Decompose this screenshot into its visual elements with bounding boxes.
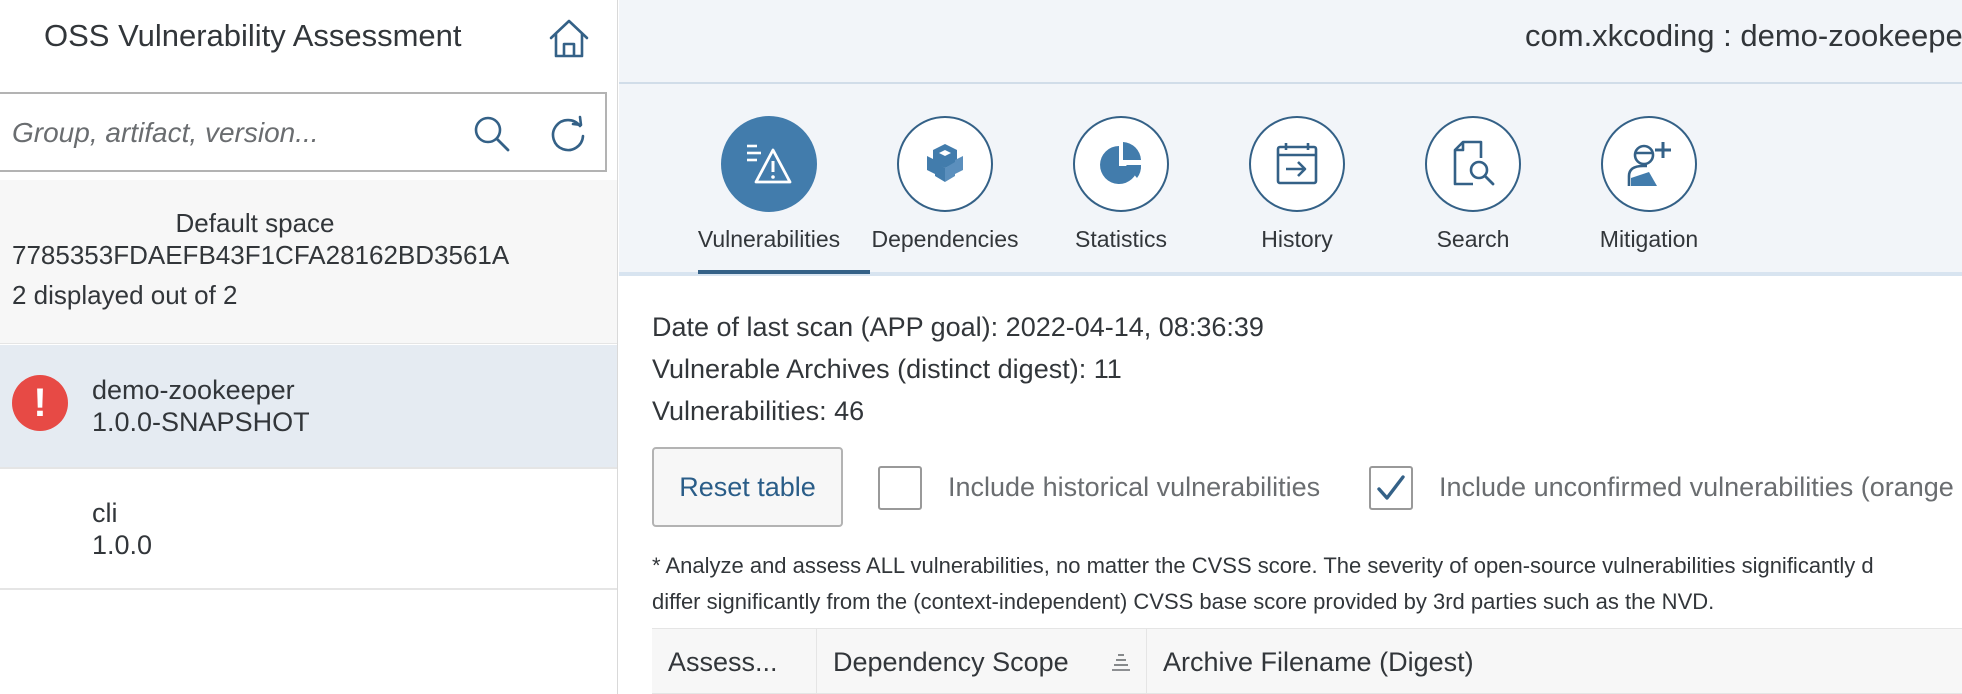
tab-mitigation[interactable]: Mitigation xyxy=(1564,84,1734,276)
tab-label: Mitigation xyxy=(1599,226,1699,252)
detail-header: com.xkcoding : demo-zookeeper xyxy=(619,0,1962,84)
tab-icon-circle xyxy=(897,116,993,212)
history-icon xyxy=(1276,143,1318,185)
search-icon xyxy=(474,116,510,152)
column-header-archive-filename[interactable]: Archive Filename (Digest) xyxy=(1147,629,1962,694)
last-scan-date: Date of last scan (APP goal): 2022-04-14… xyxy=(652,312,1264,342)
home-button[interactable] xyxy=(540,10,598,66)
tab-dependencies[interactable]: Dependencies xyxy=(860,84,1030,276)
tab-statistics[interactable]: Statistics xyxy=(1036,84,1206,276)
column-header-dependency-scope[interactable]: Dependency Scope xyxy=(817,629,1147,694)
tab-vulnerabilities[interactable]: Vulnerabilities xyxy=(684,84,870,276)
tab-history[interactable]: History xyxy=(1212,84,1382,276)
reset-table-button[interactable]: Reset table xyxy=(652,447,843,527)
include-unconfirmed-checkbox[interactable] xyxy=(1369,466,1413,510)
list-item-demo-zookeeper[interactable]: ! demo-zookeeper 1.0.0-SNAPSHOT xyxy=(0,345,617,469)
home-icon xyxy=(549,19,589,58)
tab-icon-circle xyxy=(1249,116,1345,212)
master-pane: OSS Vulnerability Assessment Default spa… xyxy=(0,0,618,694)
search-button[interactable] xyxy=(470,112,514,156)
detail-pane: com.xkcoding : demo-zookeeper Vulnerabil… xyxy=(619,0,1962,694)
master-header: OSS Vulnerability Assessment xyxy=(0,0,617,72)
space-id: 7785353FDAEFB43F1CFA28162BD3561A xyxy=(12,240,510,270)
cvss-note-line-1: * Analyze and assess ALL vulnerabilities… xyxy=(652,553,1874,578)
include-unconfirmed-label[interactable]: Include unconfirmed vulnerabilities (ora… xyxy=(1439,472,1954,503)
include-historical-checkbox[interactable] xyxy=(878,466,922,510)
tab-icon-circle xyxy=(1073,116,1169,212)
column-header-label: Dependency Scope xyxy=(833,646,1069,677)
list-item-cli[interactable]: cli 1.0.0 xyxy=(0,468,617,590)
error-status-icon: ! xyxy=(12,375,68,431)
tab-label: History xyxy=(1261,226,1333,252)
tab-icon-circle xyxy=(1425,116,1521,212)
vulnerabilities-count: Vulnerabilities: 46 xyxy=(652,396,865,426)
space-name: Default space xyxy=(175,208,335,238)
tab-search[interactable]: Search xyxy=(1388,84,1558,276)
search-input[interactable] xyxy=(12,112,442,154)
dependencies-icon xyxy=(927,144,963,182)
tab-label: Statistics xyxy=(1074,226,1168,252)
tab-label: Search xyxy=(1436,226,1510,252)
search-document-icon xyxy=(1453,140,1495,186)
tab-label: Vulnerabilities xyxy=(697,226,841,252)
vulnerabilities-table-header: Assess... Dependency Scope Archive Filen… xyxy=(652,628,1962,694)
column-header-assessment[interactable]: Assess... xyxy=(652,629,817,694)
search-bar xyxy=(0,92,607,172)
tab-icon-circle xyxy=(721,116,817,212)
item-name: demo-zookeeper xyxy=(92,375,295,405)
checkmark-icon xyxy=(1377,475,1405,500)
space-info: Default space 7785353FDAEFB43F1CFA28162B… xyxy=(0,180,617,344)
item-version: 1.0.0 xyxy=(92,530,153,560)
detail-title: com.xkcoding : demo-zookeeper xyxy=(1525,18,1962,53)
sort-icon xyxy=(1112,654,1130,671)
mitigation-icon xyxy=(1627,142,1671,186)
space-count: 2 displayed out of 2 xyxy=(12,280,238,310)
cvss-note: * Analyze and assess ALL vulnerabilities… xyxy=(652,548,1952,620)
app-title: OSS Vulnerability Assessment xyxy=(44,18,462,53)
vulnerabilities-content: Date of last scan (APP goal): 2022-04-14… xyxy=(619,280,1962,694)
refresh-button[interactable] xyxy=(546,112,590,156)
refresh-icon xyxy=(551,115,585,152)
tab-active-indicator xyxy=(698,270,870,274)
item-version: 1.0.0-SNAPSHOT xyxy=(92,407,310,437)
item-name: cli xyxy=(92,498,118,528)
vulnerabilities-icon xyxy=(747,144,792,184)
cvss-note-line-2: differ significantly from the (context-i… xyxy=(652,589,1715,614)
tab-icon-circle xyxy=(1601,116,1697,212)
tab-label: Dependencies xyxy=(871,226,1019,252)
icon-tab-bar: Vulnerabilities Dependencies Statistics … xyxy=(619,84,1962,276)
vulnerable-archives-count: Vulnerable Archives (distinct digest): 1… xyxy=(652,354,1122,384)
statistics-icon xyxy=(1100,142,1142,184)
include-historical-label[interactable]: Include historical vulnerabilities xyxy=(948,472,1320,503)
